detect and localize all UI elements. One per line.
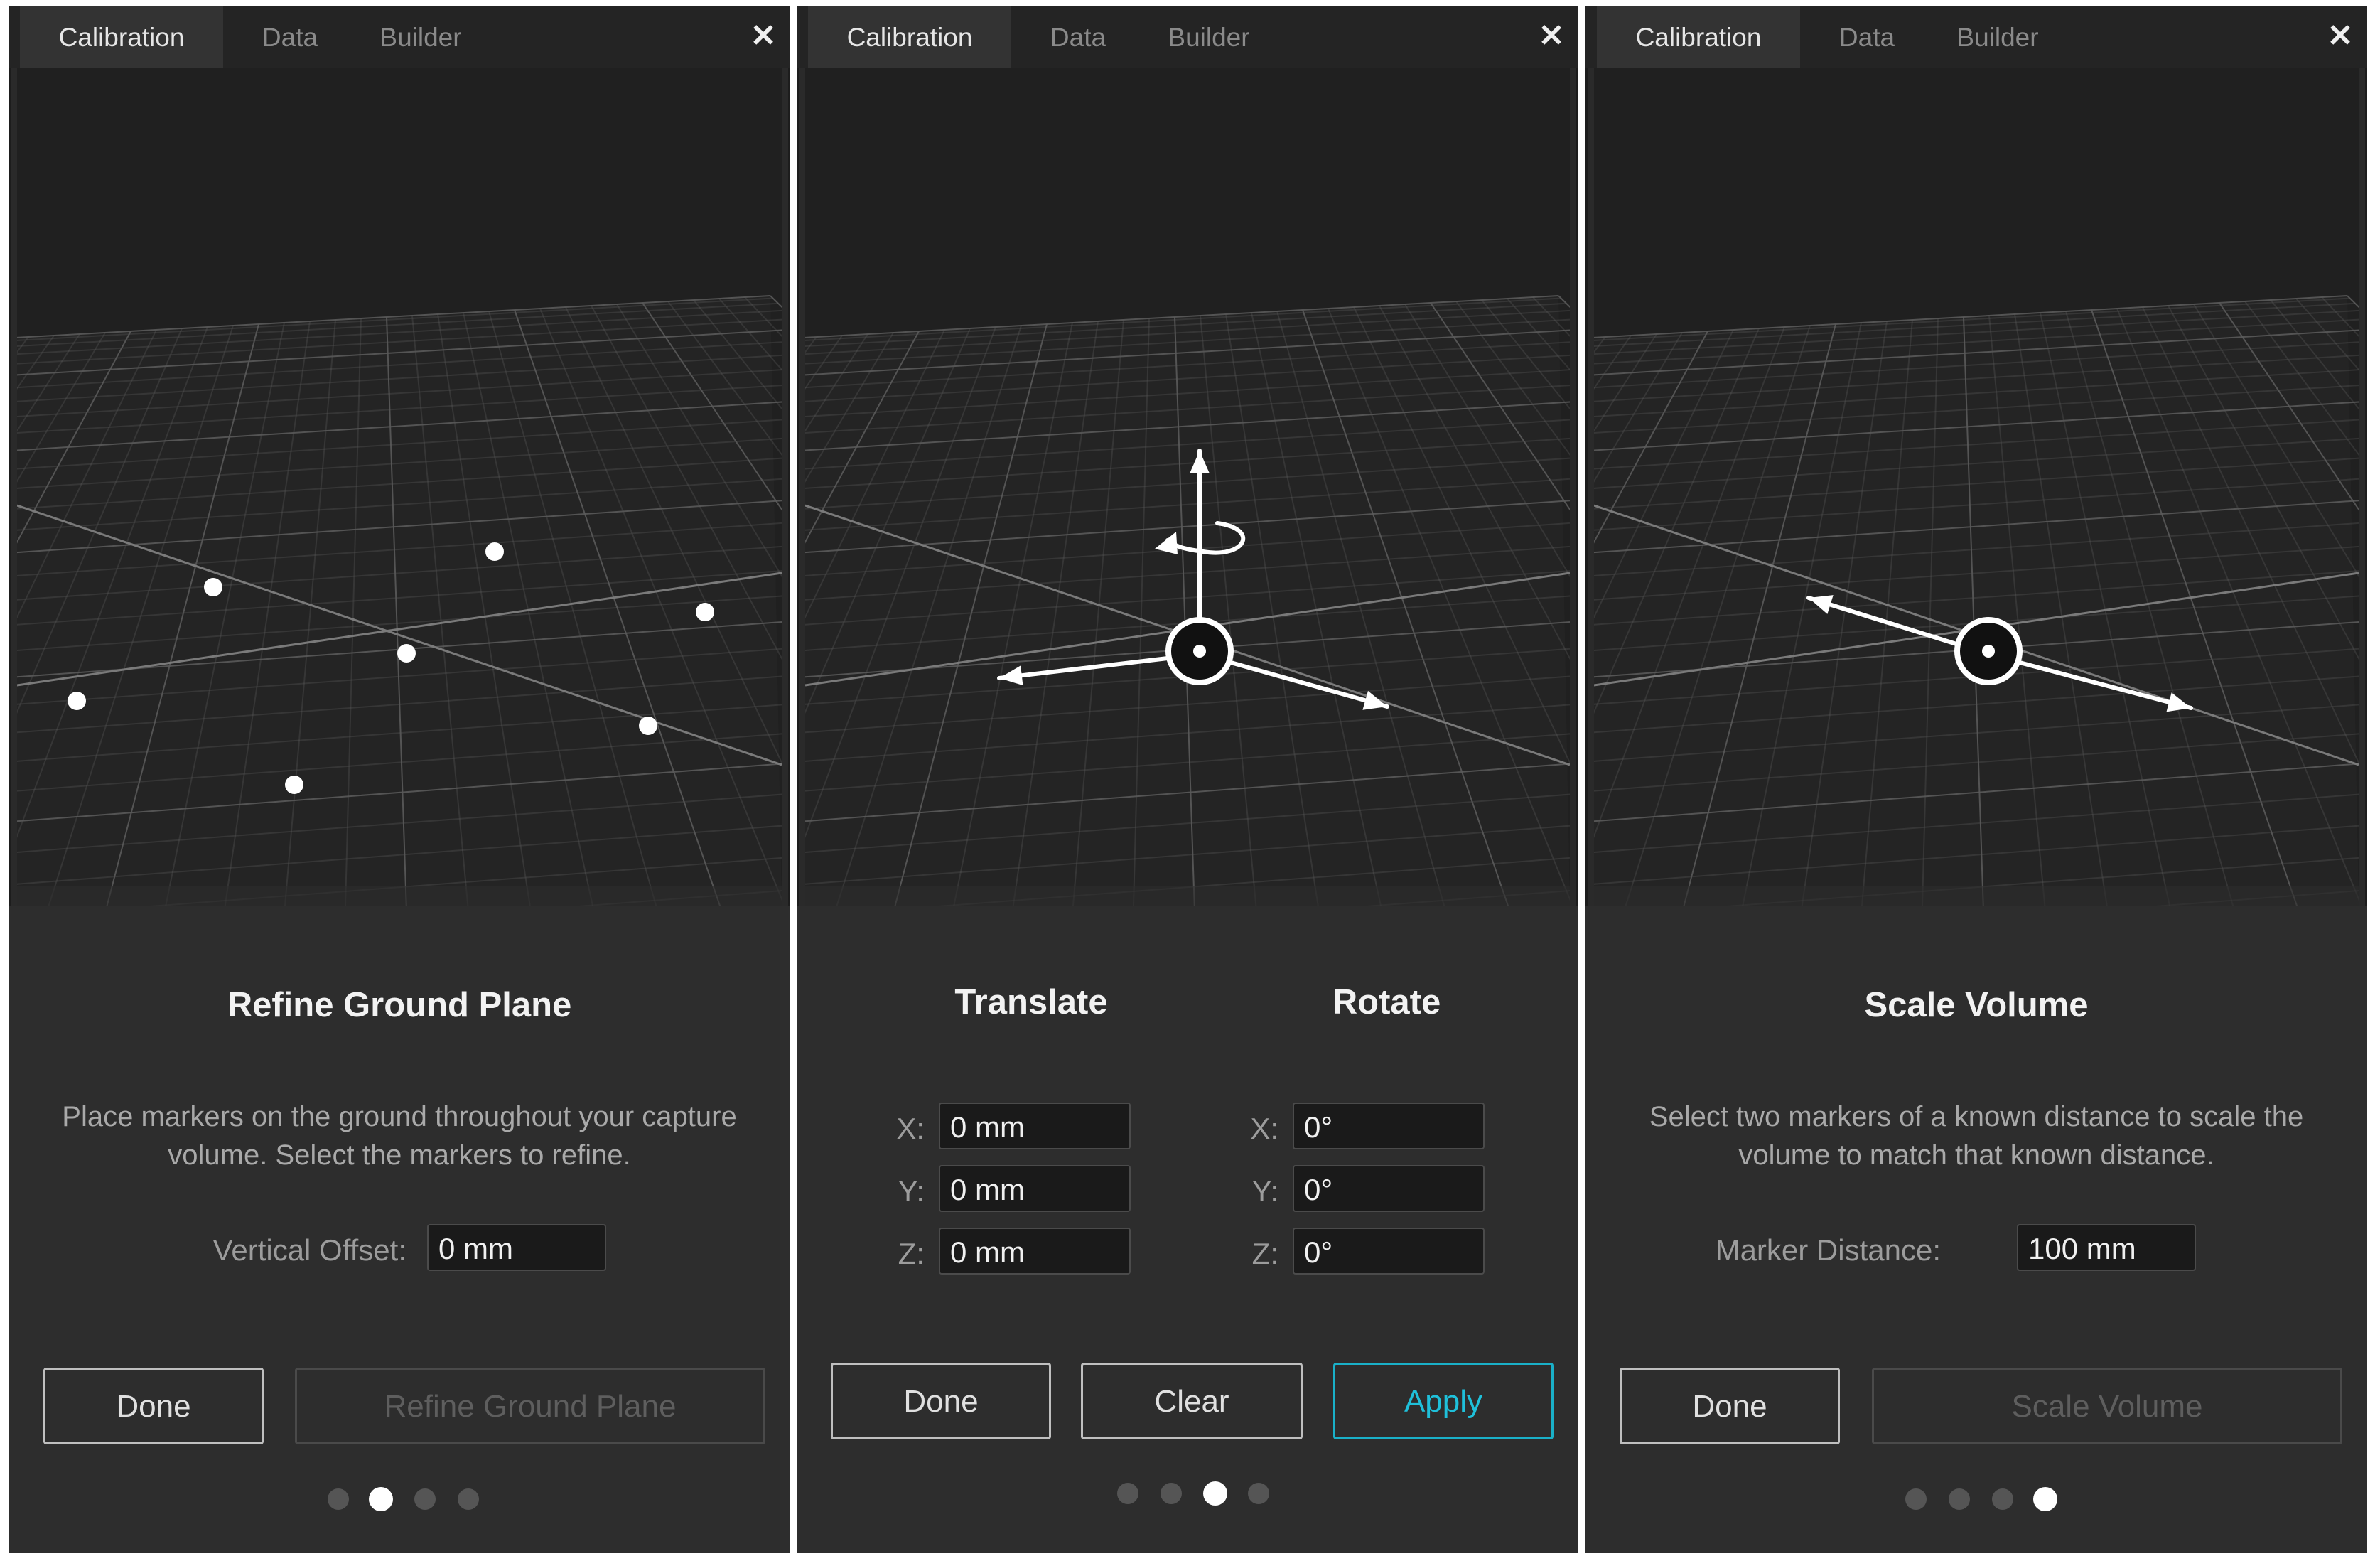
scale-volume-controls: Scale Volume Select two markers of a kno… [1585, 906, 2367, 1553]
viewport-edge [17, 886, 782, 906]
rotate-heading: Rotate [1332, 983, 1441, 1021]
calibration-panel-scale: Calibration Data Builder ✕ Scale Volume … [1585, 6, 2367, 1553]
done-button[interactable]: Done [831, 1363, 1051, 1439]
rotate-y-label: Y: [1251, 1174, 1278, 1208]
tab-bar: Calibration Data Builder ✕ [1585, 6, 2367, 68]
page-dot[interactable] [1905, 1488, 1927, 1510]
tab-data[interactable]: Data [1021, 6, 1135, 68]
scale-volume-button[interactable]: Scale Volume [1872, 1368, 2342, 1444]
page-indicator [1117, 1481, 1269, 1507]
translate-y-input[interactable]: 0 mm [939, 1165, 1131, 1212]
close-icon[interactable]: ✕ [2323, 19, 2357, 53]
ground-marker [485, 542, 504, 561]
3d-viewport[interactable] [17, 68, 782, 906]
apply-button[interactable]: Apply [1333, 1363, 1554, 1439]
vertical-offset-input[interactable]: 0 mm [427, 1224, 606, 1271]
panel-title: Refine Ground Plane [227, 986, 572, 1024]
rotate-x-label: X: [1250, 1112, 1278, 1145]
rotate-z-input[interactable]: 0° [1293, 1228, 1485, 1275]
tab-bar: Calibration Data Builder ✕ [9, 6, 790, 68]
viewport-edge [1594, 886, 2359, 906]
calibration-panel-ground-plane: Calibration Data Builder ✕ Refine Ground… [9, 6, 790, 1553]
tab-data[interactable]: Data [233, 6, 347, 68]
ground-marker [397, 644, 416, 663]
gizmo-origin-dot [1193, 645, 1206, 658]
page-dot[interactable] [1949, 1488, 1970, 1510]
page-dot[interactable] [1161, 1483, 1182, 1504]
page-dot[interactable] [328, 1488, 349, 1510]
translate-z-label: Z: [898, 1237, 925, 1270]
panel-title: Scale Volume [1864, 986, 2089, 1024]
translate-x-input[interactable]: 0 mm [939, 1103, 1131, 1149]
close-icon[interactable]: ✕ [746, 19, 780, 53]
tab-builder[interactable]: Builder [350, 6, 492, 68]
ground-marker [696, 603, 714, 621]
tab-bar: Calibration Data Builder ✕ [797, 6, 1578, 68]
tab-builder[interactable]: Builder [1927, 6, 2069, 68]
page-dot-active[interactable] [369, 1487, 393, 1511]
page-dot[interactable] [1992, 1488, 2013, 1510]
clear-button[interactable]: Clear [1081, 1363, 1303, 1439]
translate-heading: Translate [954, 983, 1108, 1021]
rotate-y-input[interactable]: 0° [1293, 1165, 1485, 1212]
vertical-offset-label: Vertical Offset: [212, 1233, 406, 1267]
gizmo-origin-dot [1982, 645, 1995, 658]
ground-grid [805, 68, 1570, 906]
marker-distance-input[interactable]: 100 mm [2017, 1224, 2196, 1271]
ground-marker [204, 578, 222, 596]
page-dot-active[interactable] [1203, 1481, 1227, 1506]
page-dot-active[interactable] [2033, 1487, 2057, 1511]
page-dot[interactable] [1117, 1483, 1138, 1504]
tab-calibration[interactable]: Calibration [1597, 6, 1800, 68]
rotate-z-label: Z: [1251, 1237, 1278, 1270]
page-dot[interactable] [1248, 1483, 1269, 1504]
done-button[interactable]: Done [43, 1368, 264, 1444]
panel-description: Place markers on the ground throughout y… [62, 1101, 737, 1171]
ground-grid [17, 68, 782, 906]
rotate-x-input[interactable]: 0° [1293, 1103, 1485, 1149]
viewport-edge [805, 886, 1570, 906]
ground-marker [639, 717, 657, 735]
page-dot[interactable] [414, 1488, 436, 1510]
calibration-panel-transform: Calibration Data Builder ✕ Translate Rot… [797, 6, 1578, 1553]
3d-viewport[interactable] [1594, 68, 2359, 906]
tab-calibration[interactable]: Calibration [20, 6, 223, 68]
translate-z-input[interactable]: 0 mm [939, 1228, 1131, 1275]
tab-calibration[interactable]: Calibration [808, 6, 1011, 68]
done-button[interactable]: Done [1620, 1368, 1840, 1444]
marker-distance-label: Marker Distance: [1715, 1233, 1941, 1267]
page-indicator [1905, 1487, 2057, 1513]
ground-grid [1594, 68, 2359, 906]
page-indicator [328, 1487, 479, 1513]
ground-marker [285, 776, 303, 794]
ground-marker [68, 692, 86, 710]
translate-y-label: Y: [898, 1174, 925, 1208]
transform-controls: Translate Rotate X: 0 mm Y: 0 mm Z: 0 mm… [797, 906, 1578, 1553]
3d-viewport[interactable] [805, 68, 1570, 906]
page-dot[interactable] [458, 1488, 479, 1510]
tab-builder[interactable]: Builder [1138, 6, 1280, 68]
ground-plane-controls: Refine Ground Plane Place markers on the… [9, 906, 790, 1553]
refine-ground-plane-button[interactable]: Refine Ground Plane [295, 1368, 765, 1444]
translate-x-label: X: [896, 1112, 925, 1145]
close-icon[interactable]: ✕ [1534, 19, 1568, 53]
tab-data[interactable]: Data [1810, 6, 1924, 68]
panel-description: Select two markers of a known distance t… [1649, 1101, 2304, 1171]
